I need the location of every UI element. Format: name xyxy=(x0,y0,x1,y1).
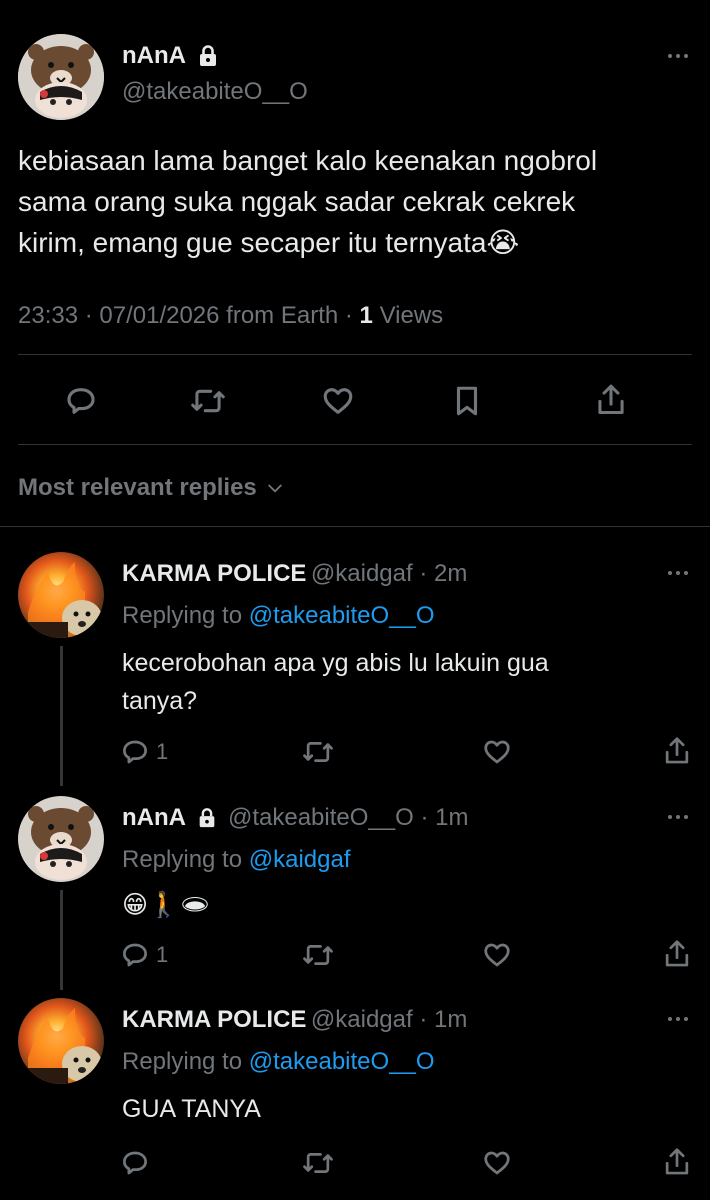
reply-icon xyxy=(67,388,95,414)
replying-to-link[interactable]: @kaidgaf xyxy=(249,846,351,873)
views-count: 1 xyxy=(359,302,373,329)
share-button[interactable] xyxy=(594,382,628,418)
reply-text-line: tanya? xyxy=(122,687,198,715)
replying-to: Replying to @takeabiteO__O xyxy=(122,1048,435,1076)
reply-text: kecerobohan apa yg abis lu lakuin gua ta… xyxy=(122,644,549,720)
reply-avatar[interactable] xyxy=(18,998,104,1084)
tweet-text-line: kirim, emang gue secaper itu ternyata😭 xyxy=(18,227,520,258)
more-options-icon[interactable] xyxy=(668,1017,688,1021)
reply-icon xyxy=(123,740,147,764)
reply-icon xyxy=(123,943,147,967)
reply-button[interactable] xyxy=(64,384,98,418)
thread-connector xyxy=(60,890,63,990)
reply-icon xyxy=(123,1151,147,1175)
reply-avatar[interactable] xyxy=(18,552,104,638)
more-options-icon[interactable] xyxy=(668,54,688,58)
views-label: Views xyxy=(379,302,444,329)
tweet-text-line: sama orang suka nggak sadar cekrak cekre… xyxy=(18,186,576,217)
divider xyxy=(0,526,710,527)
tweet-meta: 23:33 · 07/01/2026 from Earth · 1 Views xyxy=(18,302,443,330)
retweet-button[interactable] xyxy=(302,940,334,970)
reply-button[interactable]: 1 xyxy=(120,737,168,767)
replying-to-link[interactable]: @takeabiteO__O xyxy=(249,1048,435,1075)
reply-display-name[interactable]: KARMA POLICE xyxy=(122,560,306,587)
tweet-text-line: kebiasaan lama banget kalo keenakan ngob… xyxy=(18,145,598,176)
lock-icon xyxy=(199,808,215,828)
share-icon xyxy=(665,737,689,764)
tweet-text: kebiasaan lama banget kalo keenakan ngob… xyxy=(18,140,597,263)
retweet-icon xyxy=(303,1153,333,1173)
reply-display-name[interactable]: KARMA POLICE xyxy=(122,1006,306,1033)
retweet-icon xyxy=(191,389,225,413)
heart-icon xyxy=(484,943,510,967)
heart-icon xyxy=(323,388,353,414)
replying-to: Replying to @takeabiteO__O xyxy=(122,602,435,630)
heart-icon xyxy=(484,740,510,764)
retweet-icon xyxy=(303,742,333,762)
like-button[interactable] xyxy=(482,737,512,767)
share-button[interactable] xyxy=(662,735,692,767)
reply-handle[interactable]: @kaidgaf · 1m xyxy=(311,1006,467,1033)
retweet-icon xyxy=(303,945,333,965)
reply-text: GUA TANYA xyxy=(122,1095,261,1123)
like-button[interactable] xyxy=(482,940,512,970)
share-button[interactable] xyxy=(662,938,692,970)
reply-header: nAnA @takeabiteO__O · 1m xyxy=(122,804,468,832)
reply-text: 😁🚶🕳 xyxy=(122,891,211,919)
lock-icon xyxy=(199,45,216,66)
reply-handle[interactable]: @takeabiteO__O · 1m xyxy=(228,804,468,832)
replying-to-label: Replying to xyxy=(122,846,243,873)
share-button[interactable] xyxy=(662,1146,692,1178)
bookmark-button[interactable] xyxy=(450,384,484,418)
replies-sort-dropdown[interactable]: Most relevant replies xyxy=(18,474,285,502)
reply-text-line: kecerobohan apa yg abis lu lakuin gua xyxy=(122,649,549,677)
reply-button[interactable] xyxy=(120,1148,156,1178)
chevron-down-icon xyxy=(268,484,282,493)
divider xyxy=(18,354,692,355)
replying-to-label: Replying to xyxy=(122,1048,243,1075)
reply-header: KARMA POLICE @kaidgaf · 1m xyxy=(122,1006,467,1034)
author-avatar[interactable] xyxy=(18,34,104,120)
retweet-button[interactable] xyxy=(302,737,334,767)
like-button[interactable] xyxy=(482,1148,512,1178)
share-icon xyxy=(665,940,689,967)
replying-to-label: Replying to xyxy=(122,602,243,629)
replying-to-link[interactable]: @takeabiteO__O xyxy=(249,602,435,629)
like-button[interactable] xyxy=(321,384,355,418)
author-display-name[interactable]: nAnA xyxy=(122,42,220,70)
heart-icon xyxy=(484,1151,510,1175)
reply-button[interactable]: 1 xyxy=(120,940,168,970)
tweet-timestamp[interactable]: 23:33 · 07/01/2026 from Earth · xyxy=(18,302,353,329)
reply-display-name[interactable]: nAnA xyxy=(122,804,186,832)
reply-header: KARMA POLICE @kaidgaf · 2m xyxy=(122,560,467,588)
bookmark-icon xyxy=(456,386,478,416)
more-options-icon[interactable] xyxy=(668,571,688,575)
author-handle[interactable]: @takeabiteO__O xyxy=(122,78,308,106)
share-icon xyxy=(598,384,624,414)
reply-avatar[interactable] xyxy=(18,796,104,882)
divider xyxy=(18,444,692,445)
more-options-icon[interactable] xyxy=(668,815,688,819)
retweet-button[interactable] xyxy=(190,384,226,418)
reply-count: 1 xyxy=(156,942,169,967)
replying-to: Replying to @kaidgaf xyxy=(122,846,351,874)
replies-sort-label: Most relevant replies xyxy=(18,474,257,501)
share-icon xyxy=(665,1148,689,1175)
thread-connector xyxy=(60,646,63,786)
reply-count: 1 xyxy=(156,739,169,764)
reply-handle[interactable]: @kaidgaf · 2m xyxy=(311,560,467,587)
retweet-button[interactable] xyxy=(302,1148,334,1178)
